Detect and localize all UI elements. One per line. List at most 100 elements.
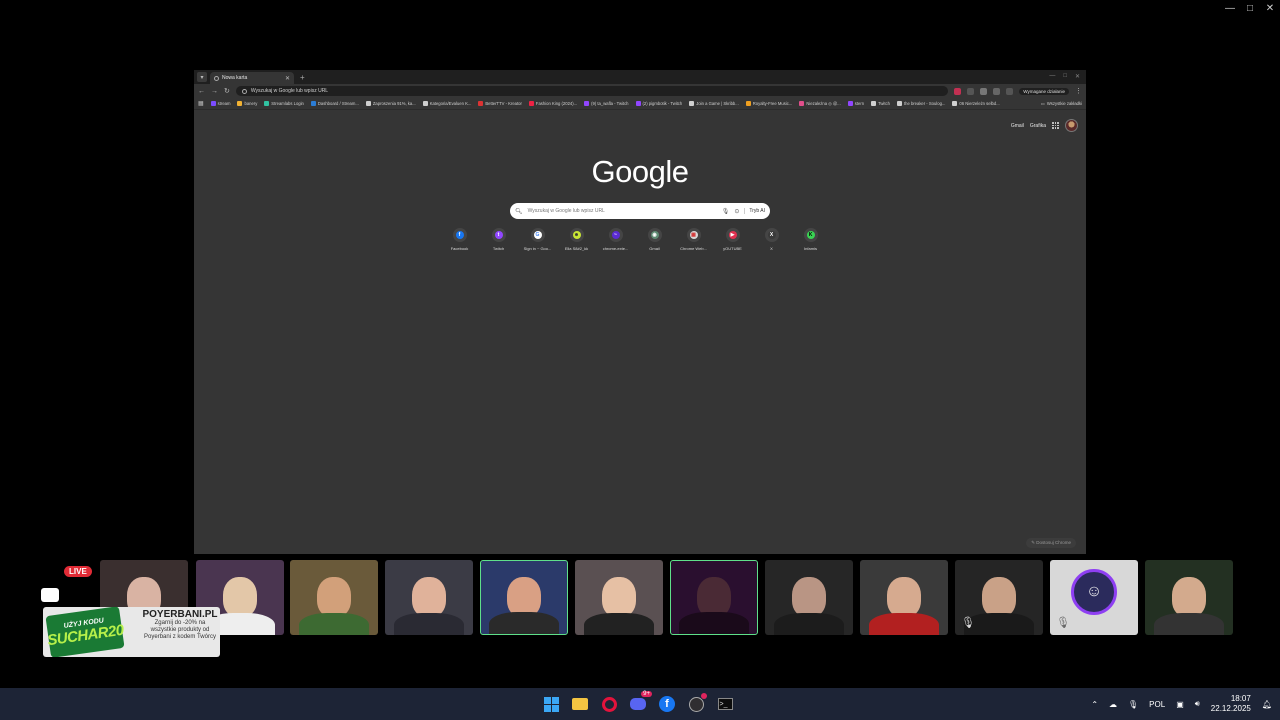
browser-minimize-button[interactable]: — xyxy=(1049,73,1055,80)
notification-badge: 9+ xyxy=(641,691,652,697)
bookmark-label: 06 Nierzeleżn selbd... xyxy=(959,101,1000,106)
start-button[interactable] xyxy=(541,694,561,714)
menu-dots-icon[interactable]: ⋮ xyxy=(1075,87,1082,95)
download-icon[interactable] xyxy=(993,87,1001,95)
bookmark-label: Fashion King (2024)... xyxy=(535,101,578,106)
obs-button[interactable] xyxy=(686,693,707,714)
shortcut-tile[interactable]: f Facebook xyxy=(447,228,472,251)
bookmark[interactable]: 06 Nierzeleżn selbd... xyxy=(952,101,1000,106)
bookmark[interactable]: stern xyxy=(847,101,864,106)
search-input[interactable]: 🔍︎ Wyszukaj w Google lub wpisz URL 🎙︎ ⊙ … xyxy=(510,203,770,219)
shortcut-tile[interactable]: ▶ yOUTUBE xyxy=(720,228,745,251)
gmail-link[interactable]: Gmail xyxy=(1011,123,1024,129)
bookmark[interactable]: Join a Game | Skribb... xyxy=(689,101,739,106)
bookmark-icon xyxy=(237,101,243,106)
bookmark-label: Zaproszenia 91%, ka... xyxy=(372,101,416,106)
tab-new-tab[interactable]: Nowa karta ✕ xyxy=(210,72,294,84)
bookmark-icon xyxy=(422,101,428,106)
bookmark[interactable]: Streamlabs Login xyxy=(264,101,304,106)
shortcut-tile[interactable]: K Infamis xyxy=(798,228,823,251)
bookmark[interactable]: stream xyxy=(210,101,231,106)
shortcut-tile[interactable]: ~ chrome-exte... xyxy=(603,228,628,251)
language-indicator[interactable]: POL xyxy=(1149,700,1165,709)
terminal-button[interactable]: >_ xyxy=(715,694,735,714)
webcam-tile xyxy=(860,560,948,635)
maximize-button[interactable]: □ xyxy=(1240,0,1260,16)
close-button[interactable]: ✕ xyxy=(1260,0,1280,16)
bookmark[interactable]: Dashboard / Stream... xyxy=(310,101,359,106)
profile-icon[interactable] xyxy=(1006,87,1014,95)
forward-icon[interactable]: → xyxy=(211,88,218,95)
extension-icon[interactable] xyxy=(954,87,962,95)
ai-mode-button[interactable]: Tryb AI xyxy=(744,208,765,214)
bookmark[interactable]: Zaproszenia 91%, ka... xyxy=(365,101,416,106)
mic-muted-icon: 🎙︎ xyxy=(961,617,975,629)
webcam-person xyxy=(982,576,1016,617)
file-explorer-button[interactable] xyxy=(570,694,590,714)
opera-icon xyxy=(601,696,617,712)
bookmark[interactable]: the breaker - Soulog... xyxy=(896,101,946,106)
bookmark-label: stream xyxy=(217,101,231,106)
bookmark-label: Kategoria/Evaluen K... xyxy=(429,101,472,106)
bookmark[interactable]: Niezależna ◎ @... xyxy=(799,101,841,106)
minimize-button[interactable]: — xyxy=(1220,0,1240,16)
close-tab-icon[interactable]: ✕ xyxy=(285,75,290,82)
bookmark-label: the breaker - Soulog... xyxy=(903,101,946,106)
images-link[interactable]: Grafika xyxy=(1030,123,1046,129)
profile-avatar: ☺ xyxy=(1071,569,1117,615)
bookmark-icon xyxy=(210,101,216,106)
bookmark-icon xyxy=(635,101,641,106)
bookmark[interactable]: Fashion King (2024)... xyxy=(528,101,578,106)
volume-icon[interactable]: 🔊︎ xyxy=(1195,699,1200,709)
address-bar[interactable]: Wyszukaj w Google lub wpisz URL xyxy=(235,86,949,96)
shortcut-tile[interactable]: t Twitch xyxy=(486,228,511,251)
facebook-button[interactable]: f xyxy=(657,694,677,714)
bookmark[interactable]: Royalty-Free Music... xyxy=(745,101,792,106)
opera-button[interactable] xyxy=(599,694,619,714)
shortcut-label: Sign in ~ Goo... xyxy=(523,246,552,251)
shortcut-tile[interactable]: ☻ Ella S8#2_kk xyxy=(564,228,589,251)
browser-maximize-button[interactable]: □ xyxy=(1063,73,1067,80)
webcam-person xyxy=(412,576,446,617)
camera-lens-icon[interactable]: ⊙ xyxy=(734,208,739,215)
shortcut-tile[interactable]: G Sign in ~ Goo... xyxy=(523,228,552,251)
webcam-tile-speaking xyxy=(480,560,568,635)
account-avatar[interactable] xyxy=(1065,119,1078,132)
chevron-up-icon[interactable]: ⌃ xyxy=(1091,700,1098,709)
new-tab-button[interactable]: + xyxy=(300,73,305,82)
shortcut-tile[interactable]: XX xyxy=(759,228,784,251)
bookmark-label: (2) pigmbotik - Twitch xyxy=(642,101,683,106)
tab-search-button[interactable]: ▾ xyxy=(197,72,207,82)
shortcut-label: chrome-exte... xyxy=(602,246,629,251)
bookmark[interactable]: banery xyxy=(237,101,257,106)
bookmark[interactable]: Kategoria/Evaluen K... xyxy=(422,101,472,106)
bookmark[interactable]: Twitch xyxy=(871,101,890,106)
onedrive-icon[interactable]: ☁ xyxy=(1109,700,1117,709)
notifications-bell-icon[interactable]: 🔔︎ xyxy=(1262,700,1272,709)
bookmark[interactable]: (2) pigmbotik - Twitch xyxy=(635,101,683,106)
extension-icon[interactable] xyxy=(967,87,975,95)
back-icon[interactable]: ← xyxy=(198,88,205,95)
webcam-person xyxy=(602,576,636,617)
new-tab-page: Gmail Grafika Google 🔍︎ Wyszukaj w Googl… xyxy=(194,110,1086,554)
discord-button[interactable]: 9+ xyxy=(628,691,652,714)
puzzle-icon[interactable] xyxy=(980,87,988,95)
bookmark-label: Twitch xyxy=(878,101,890,106)
network-icon[interactable]: ▣ xyxy=(1176,700,1184,709)
reload-icon[interactable]: ↻ xyxy=(224,87,230,95)
bookmark[interactable]: (9) ta_wafla - Twitch xyxy=(584,101,629,106)
shortcut-tile[interactable]: ▦ Chrome Web... xyxy=(680,228,707,251)
microphone-icon[interactable]: 🎙︎ xyxy=(1128,700,1138,709)
clock[interactable]: 18:07 22.12.2025 xyxy=(1211,694,1251,714)
customize-chrome-button[interactable]: ✎ Dostosuj Chrome xyxy=(1026,538,1076,548)
bookmark-label: Dashboard / Stream... xyxy=(317,101,359,106)
microphone-icon[interactable]: 🎙︎ xyxy=(722,208,730,215)
clock-time: 18:07 xyxy=(1230,694,1251,703)
apps-icon[interactable]: ▦ xyxy=(198,100,204,107)
bookmark[interactable]: BetterTTV - Kreator xyxy=(478,101,522,106)
action-required-button[interactable]: Wymagane działanie xyxy=(1019,87,1069,95)
all-bookmarks-button[interactable]: ▭ Wszystkie zakładki xyxy=(1036,101,1082,106)
google-apps-icon[interactable] xyxy=(1052,122,1059,129)
browser-close-button[interactable]: ✕ xyxy=(1075,73,1080,80)
shortcut-tile[interactable]: ◉ Gmail xyxy=(642,228,667,251)
